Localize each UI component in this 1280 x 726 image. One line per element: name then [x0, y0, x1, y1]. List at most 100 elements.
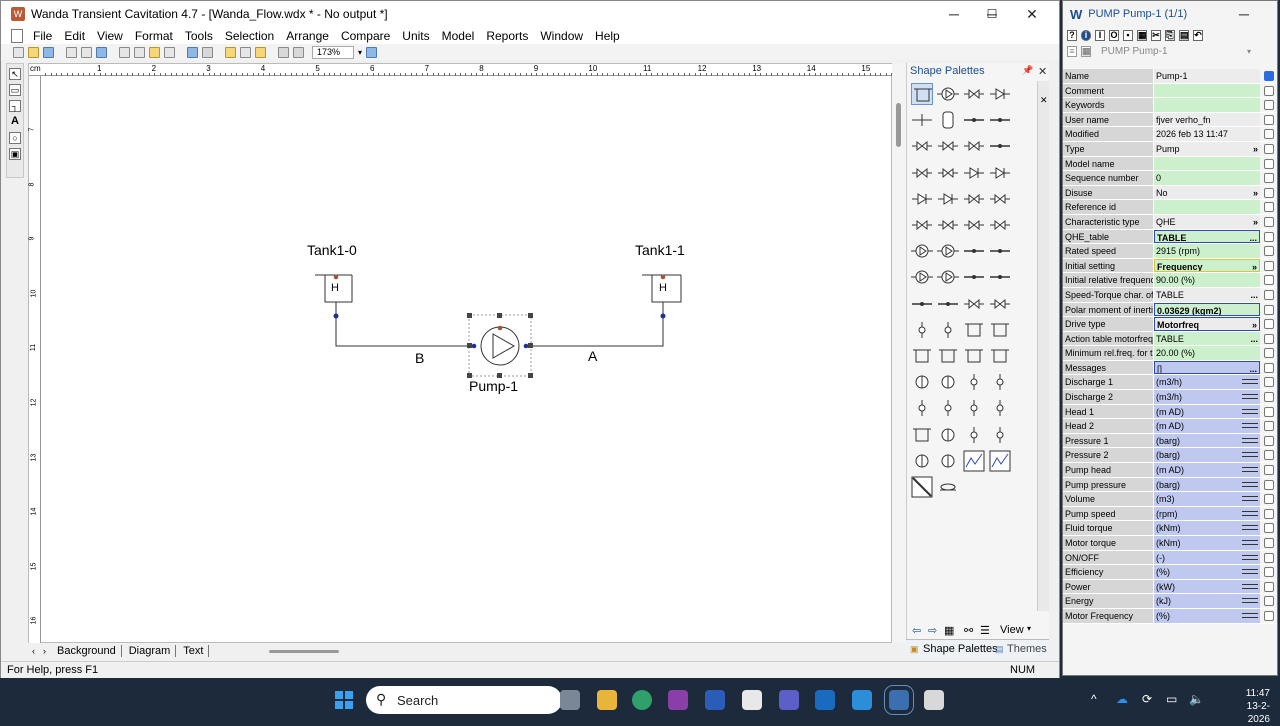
chevron-up-icon[interactable]: ^	[1091, 692, 1097, 706]
palette-valve-icon[interactable]	[963, 135, 985, 157]
chevron-down-icon[interactable]: ▾	[1247, 47, 1251, 56]
file-explorer-icon[interactable]	[597, 690, 617, 710]
palette-chart-icon[interactable]	[963, 450, 985, 472]
property-checkbox[interactable]	[1264, 304, 1274, 315]
menu-view[interactable]: View	[91, 29, 129, 43]
property-checkbox[interactable]	[1264, 275, 1274, 286]
pump-label[interactable]: Pump-1	[469, 378, 518, 394]
property-name[interactable]: Sequence number	[1063, 171, 1154, 185]
property-checkbox[interactable]	[1264, 187, 1274, 198]
palette-valve-icon[interactable]	[963, 83, 985, 105]
property-value[interactable]: Motorfreq »	[1154, 317, 1260, 331]
chevron-down-icon[interactable]: ▾	[358, 48, 362, 57]
palette-list-icon[interactable]: ☰	[980, 624, 990, 637]
palette-sensor-icon[interactable]	[937, 450, 959, 472]
format-painter-icon[interactable]	[164, 46, 175, 58]
palette-check-icon[interactable]	[963, 162, 985, 184]
property-checkbox[interactable]	[1264, 450, 1274, 461]
palette-node-icon[interactable]	[963, 397, 985, 419]
graph-output-icon[interactable]	[1242, 452, 1258, 458]
property-value[interactable]: 0.03629 (kgm2)	[1154, 302, 1260, 317]
property-name[interactable]: Pump head	[1063, 463, 1154, 477]
palette-pipe-icon[interactable]	[963, 266, 985, 288]
text-tool-icon[interactable]: A	[9, 116, 21, 128]
property-checkbox[interactable]	[1264, 129, 1274, 140]
ellipsis-button[interactable]: ...	[1249, 362, 1257, 374]
graph-output-icon[interactable]	[1242, 569, 1258, 575]
palette-sensor-icon[interactable]	[937, 424, 959, 446]
graph-output-icon[interactable]	[1242, 540, 1258, 545]
help-icon[interactable]: ?	[1067, 29, 1077, 41]
property-name[interactable]: Pressure 1	[1063, 433, 1154, 448]
table-icon[interactable]: ▦	[1137, 29, 1147, 41]
property-name[interactable]: Head 2	[1063, 419, 1154, 433]
minimize-button-2[interactable]: ─	[935, 1, 973, 27]
property-value[interactable]: (kNm)	[1154, 536, 1260, 550]
palette-valve-icon[interactable]	[911, 214, 933, 236]
palette-close-icon[interactable]: ✕	[1038, 65, 1047, 78]
property-name[interactable]: Pump speed	[1063, 506, 1154, 521]
property-name[interactable]: Energy	[1063, 594, 1154, 608]
property-name[interactable]: Keywords	[1063, 98, 1154, 112]
menu-edit[interactable]: Edit	[58, 29, 91, 43]
property-name[interactable]: Discharge 2	[1063, 390, 1154, 404]
back-icon[interactable]	[278, 46, 289, 58]
property-value[interactable]: (kW)	[1154, 579, 1260, 594]
palette-orifice-icon[interactable]	[911, 109, 933, 131]
tank-right-label[interactable]: Tank1-1	[635, 242, 685, 258]
palette-tank-icon[interactable]	[989, 319, 1011, 341]
palette-back-icon[interactable]: ⇦	[912, 624, 921, 637]
palette-check-icon[interactable]	[989, 162, 1011, 184]
palette-grid-icon[interactable]: ▦	[944, 624, 954, 637]
palette-tank-icon[interactable]	[963, 345, 985, 367]
copy-icon[interactable]: ⎘	[1165, 29, 1175, 41]
property-checkbox[interactable]	[1264, 173, 1274, 184]
palette-forward-icon[interactable]: ⇨	[928, 624, 937, 637]
property-name[interactable]: Rated speed	[1063, 244, 1154, 258]
property-name[interactable]: Drive type	[1063, 317, 1154, 331]
property-name[interactable]: User name	[1063, 112, 1154, 127]
pipe-b-label[interactable]: B	[415, 350, 424, 366]
property-name[interactable]: Pump pressure	[1063, 477, 1154, 492]
undo-icon[interactable]	[187, 46, 198, 58]
taskbar-search[interactable]: ⚲ Search	[366, 686, 562, 714]
property-name[interactable]: Discharge 1	[1063, 375, 1154, 390]
property-name[interactable]: Type	[1063, 141, 1154, 156]
save-icon[interactable]	[43, 46, 54, 58]
property-name[interactable]: Model name	[1063, 156, 1154, 171]
save-icon[interactable]: ▪	[1123, 29, 1133, 41]
palette-check-icon[interactable]	[911, 188, 933, 210]
palette-node-icon[interactable]	[937, 319, 959, 341]
graph-output-icon[interactable]	[1242, 467, 1258, 473]
property-value[interactable]: Pump »	[1154, 141, 1260, 156]
palette-node-icon[interactable]	[963, 424, 985, 446]
property-checkbox[interactable]	[1264, 348, 1274, 359]
palette-node-icon[interactable]	[989, 397, 1011, 419]
grid-view-icon[interactable]: ▦	[1081, 45, 1091, 57]
palette-binoculars-icon[interactable]: ⚯	[964, 624, 973, 637]
property-name[interactable]: Modified	[1063, 127, 1154, 141]
property-value[interactable]: (%)	[1154, 565, 1260, 579]
tab-text[interactable]: Text	[178, 645, 210, 657]
property-value[interactable]	[1154, 83, 1260, 98]
graph-output-icon[interactable]	[1242, 408, 1258, 414]
property-checkbox[interactable]	[1264, 508, 1274, 519]
property-name[interactable]: Power	[1063, 579, 1154, 594]
property-name[interactable]: Name	[1063, 69, 1154, 83]
network-icon[interactable]: ▭	[1166, 692, 1177, 706]
volume-icon[interactable]: 🔈	[1189, 692, 1204, 706]
vscode-icon[interactable]	[852, 690, 872, 710]
palette-node-icon[interactable]	[911, 397, 933, 419]
properties-min-button[interactable]: ─	[1239, 6, 1249, 22]
palette-pipe-icon[interactable]	[911, 293, 933, 315]
palette-pipe-icon[interactable]	[963, 240, 985, 262]
property-checkbox[interactable]	[1264, 100, 1274, 111]
property-name[interactable]: Pressure 2	[1063, 448, 1154, 463]
menu-help[interactable]: Help	[589, 29, 626, 43]
palette-node-icon[interactable]	[989, 371, 1011, 393]
palette-pump-icon[interactable]	[937, 240, 959, 262]
property-checkbox[interactable]	[1264, 216, 1274, 227]
property-value[interactable]	[1154, 156, 1260, 171]
property-value[interactable]: TABLE...	[1154, 331, 1260, 346]
property-checkbox[interactable]	[1264, 392, 1274, 403]
